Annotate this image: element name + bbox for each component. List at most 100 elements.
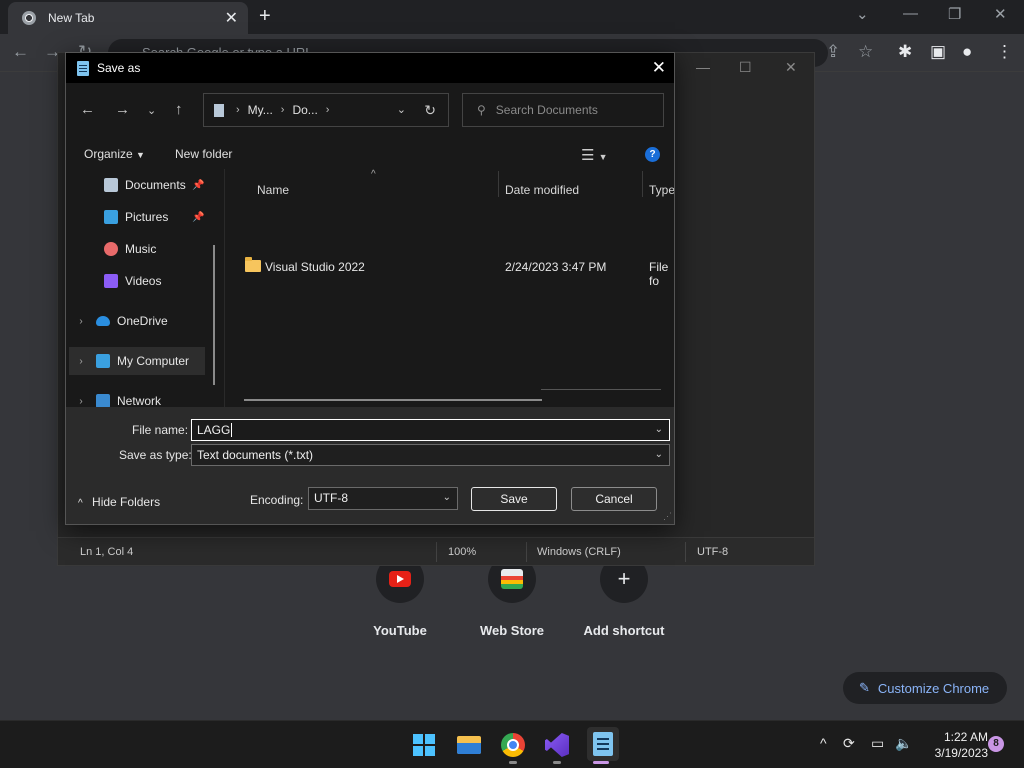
restore-icon[interactable]: ❐ <box>948 5 961 23</box>
tray-overflow-icon[interactable]: ^ <box>820 735 827 751</box>
volume-icon[interactable]: 🔈 <box>895 735 912 752</box>
taskbar-chrome[interactable] <box>499 731 527 759</box>
music-icon <box>104 242 118 256</box>
chevron-right-icon[interactable]: › <box>74 396 88 407</box>
new-tab-button[interactable]: + <box>259 5 271 28</box>
display-icon[interactable]: ▭ <box>871 735 884 752</box>
forward-icon[interactable]: → <box>115 101 130 118</box>
encoding-label: Encoding: <box>250 493 304 507</box>
shortcut-add[interactable]: + Add shortcut <box>569 555 679 638</box>
shortcut-label: YouTube <box>373 623 427 638</box>
taskbar-visual-studio[interactable] <box>543 731 571 759</box>
chevron-right-icon[interactable]: › <box>74 316 88 327</box>
shortcut-label: Web Store <box>479 623 545 638</box>
new-folder-button[interactable]: New folder <box>175 147 232 161</box>
bookmark-star-icon[interactable]: ☆ <box>858 42 873 62</box>
recent-locations-icon[interactable]: ⌄ <box>147 104 156 117</box>
taskbar-notepad[interactable] <box>587 727 619 761</box>
chrome-tab-strip: New Tab ✕ + ⌄ — ❐ ✕ <box>0 0 1024 34</box>
share-icon[interactable]: ⇪ <box>826 42 840 62</box>
youtube-icon <box>389 571 411 587</box>
zoom-level: 100% <box>448 546 477 558</box>
column-header-date[interactable]: Date modified <box>505 183 579 197</box>
profile-icon[interactable]: ● <box>962 42 972 62</box>
column-header-name[interactable]: Name <box>257 183 289 197</box>
breadcrumb-item[interactable]: Do... <box>292 103 317 117</box>
notepad-maximize-icon[interactable]: ☐ <box>739 59 752 76</box>
nav-item-documents[interactable]: Documents 📌 <box>66 171 218 199</box>
customize-chrome-button[interactable]: ✎ Customize Chrome <box>843 672 1007 704</box>
file-encoding: UTF-8 <box>697 546 729 558</box>
system-clock[interactable]: 1:22 AM 3/19/2023 <box>922 729 988 761</box>
notepad-minimize-icon[interactable]: — <box>696 59 710 75</box>
nav-item-videos[interactable]: Videos <box>66 267 218 295</box>
save-button[interactable]: Save <box>471 487 557 511</box>
file-row[interactable]: Visual Studio 2022 2/24/2023 3:47 PM Fil… <box>225 256 674 288</box>
nav-item-network[interactable]: › Network <box>66 387 218 407</box>
side-panel-icon[interactable]: ▣ <box>930 42 946 62</box>
cloud-icon <box>96 316 110 326</box>
taskbar: ^ ⟳ ▭ 🔈 1:22 AM 3/19/2023 8 <box>0 720 1024 768</box>
nav-item-pictures[interactable]: Pictures 📌 <box>66 203 218 231</box>
nav-item-onedrive[interactable]: › OneDrive <box>66 307 218 335</box>
dialog-close-icon[interactable]: ✕ <box>652 58 666 78</box>
resize-grip-icon[interactable]: ⋰ <box>663 511 672 522</box>
close-window-icon[interactable]: ✕ <box>994 5 1007 23</box>
back-icon[interactable]: ← <box>80 101 95 118</box>
chevron-up-icon: ^ <box>78 498 83 509</box>
column-header-type[interactable]: Type <box>649 183 674 197</box>
visual-studio-icon <box>545 733 569 757</box>
sync-icon[interactable]: ⟳ <box>843 735 855 752</box>
chevron-right-icon: › <box>280 104 285 116</box>
file-type: File fo <box>649 260 669 288</box>
horizontal-scrollbar[interactable] <box>244 399 542 401</box>
nav-item-my-computer[interactable]: › My Computer <box>69 347 205 375</box>
caret-down-icon: ▼ <box>136 150 145 160</box>
line-ending: Windows (CRLF) <box>537 546 621 558</box>
nav-item-music[interactable]: Music <box>66 235 218 263</box>
refresh-icon[interactable]: ↻ <box>424 102 436 119</box>
chevron-down-icon[interactable]: ⌄ <box>397 103 406 116</box>
documents-icon <box>214 103 224 117</box>
tab-close-icon[interactable]: ✕ <box>225 8 238 28</box>
chevron-down-icon[interactable]: ⌄ <box>655 420 663 440</box>
videos-icon <box>104 274 118 288</box>
start-button[interactable] <box>410 731 438 759</box>
view-options-icon[interactable]: ☰ ▼ <box>581 146 608 164</box>
pictures-icon <box>104 210 118 224</box>
address-bar[interactable]: › My... › Do... › ⌄ ↻ <box>203 93 449 127</box>
back-icon[interactable]: ← <box>12 42 29 62</box>
dialog-title-bar: Save as ✕ <box>66 53 674 83</box>
minimize-icon[interactable]: — <box>903 5 918 22</box>
notepad-close-icon[interactable]: ✕ <box>785 59 797 76</box>
file-date: 2/24/2023 3:47 PM <box>505 260 607 274</box>
clock-date: 3/19/2023 <box>934 746 988 760</box>
save-options-panel: File name: LAGG ⌄ Save as type: Text doc… <box>66 407 674 524</box>
chrome-tab-new-tab[interactable]: New Tab ✕ <box>8 2 248 34</box>
computer-icon <box>96 354 110 368</box>
shortcut-web-store[interactable]: Web Store <box>457 555 567 638</box>
encoding-select[interactable]: UTF-8 ⌄ <box>308 487 458 510</box>
chevron-down-icon: ⌄ <box>654 449 663 460</box>
notification-badge[interactable]: 8 <box>988 736 1004 752</box>
hide-folders-button[interactable]: ^ Hide Folders <box>78 495 160 509</box>
breadcrumb-item[interactable]: My... <box>248 103 273 117</box>
up-folder-icon[interactable]: ↑ <box>175 101 183 118</box>
pin-icon: 📌 <box>192 211 205 223</box>
save-type-select[interactable]: Text documents (*.txt) ⌄ <box>191 444 670 466</box>
clock-time: 1:22 AM <box>943 730 988 744</box>
extensions-icon[interactable]: ✱ <box>898 42 912 62</box>
search-icon: ⚲ <box>477 103 486 117</box>
nav-scrollbar[interactable] <box>213 245 215 385</box>
help-icon[interactable]: ? <box>645 147 660 162</box>
menu-icon[interactable]: ⋮ <box>996 42 1013 62</box>
chevron-right-icon[interactable]: › <box>74 356 88 367</box>
file-name-label: File name: <box>132 423 189 437</box>
search-input[interactable]: ⚲ Search Documents <box>462 93 664 127</box>
cancel-button[interactable]: Cancel <box>571 487 657 511</box>
shortcut-youtube[interactable]: YouTube <box>345 555 455 638</box>
taskbar-file-explorer[interactable] <box>455 731 483 759</box>
organize-button[interactable]: Organize ▼ <box>84 147 145 161</box>
file-name-input[interactable]: LAGG ⌄ <box>191 419 670 441</box>
tab-search-icon[interactable]: ⌄ <box>856 5 869 23</box>
